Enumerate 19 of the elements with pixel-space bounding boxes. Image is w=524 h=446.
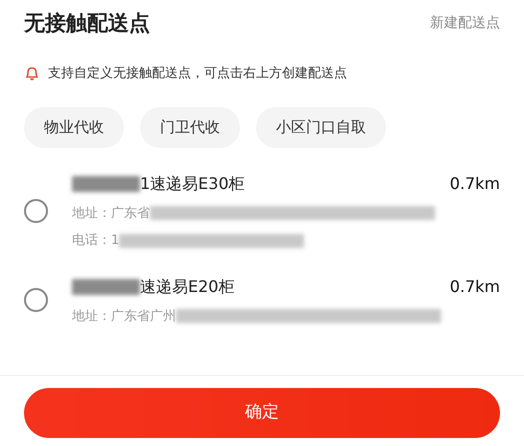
distance-text: 0.7km	[450, 172, 500, 194]
blurred-redaction	[72, 278, 140, 294]
filter-chip[interactable]: 门卫代收	[140, 107, 240, 148]
filter-chip[interactable]: 物业代收	[24, 107, 124, 148]
address-text: 地址：广东省	[72, 204, 150, 222]
distance-text: 0.7km	[450, 276, 500, 298]
notice-text: 支持自定义无接触配送点，可点击右上方创建配送点	[48, 64, 347, 82]
locker-name: 1速递易E30柜	[140, 172, 245, 194]
radio-button[interactable]	[24, 288, 48, 312]
bell-icon	[24, 65, 40, 82]
new-delivery-point-link[interactable]: 新建配送点	[430, 13, 500, 34]
phone-text: 电话：1	[72, 232, 120, 250]
blurred-redaction	[72, 176, 140, 192]
radio-button[interactable]	[24, 199, 48, 223]
filter-chip[interactable]: 小区门口自取	[256, 107, 386, 148]
address-text: 地址：广东省广州	[72, 308, 176, 326]
page-title: 无接触配送点	[24, 10, 150, 37]
locker-name: 速递易E20柜	[140, 276, 234, 298]
confirm-button[interactable]: 确定	[24, 388, 500, 438]
